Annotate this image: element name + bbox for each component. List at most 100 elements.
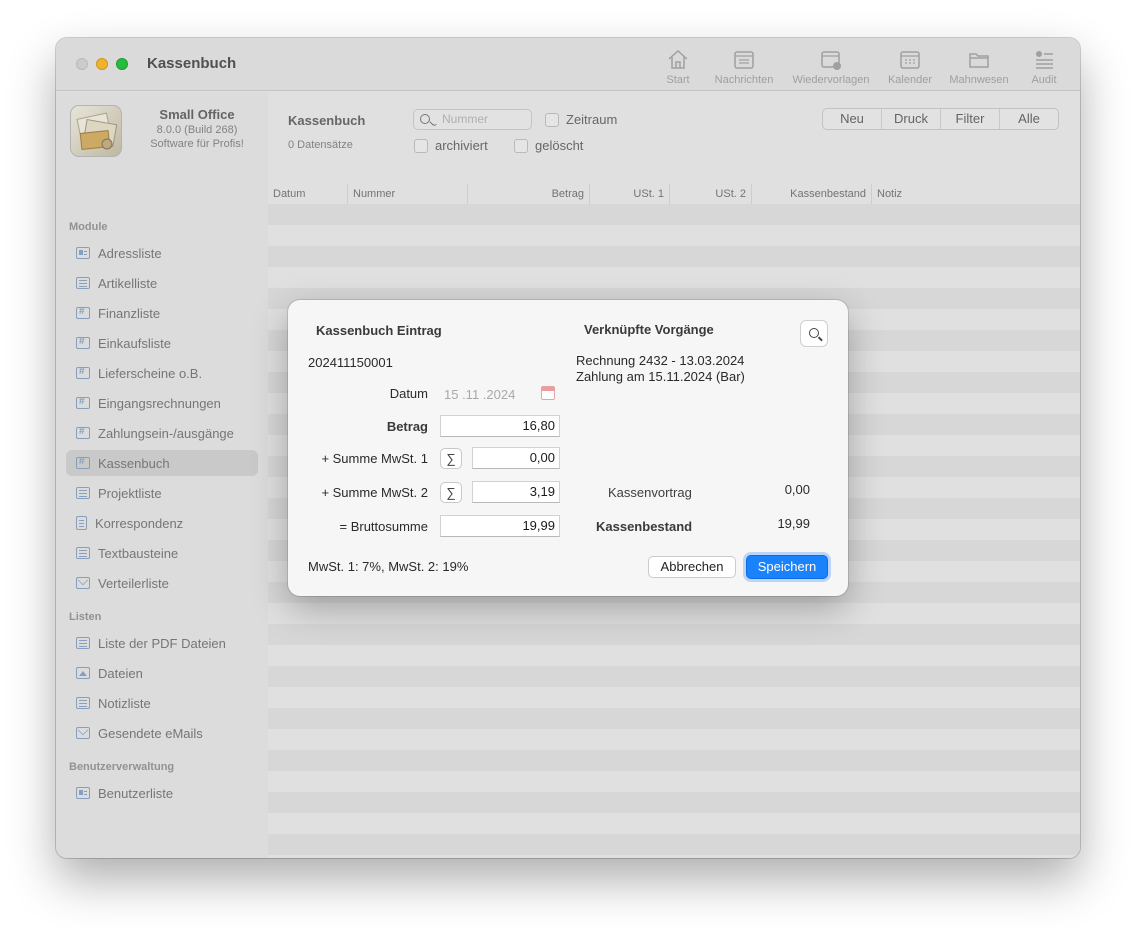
alle-button[interactable]: Alle bbox=[999, 109, 1058, 129]
titlebar: Kassenbuch Start Nachrichten Wiedervorla… bbox=[56, 38, 1080, 91]
mwst1-field[interactable]: 0,00 bbox=[472, 447, 560, 469]
kassenbuch-entry-dialog: Kassenbuch Eintrag 202411150001 Verknüpf… bbox=[288, 300, 848, 596]
checkbox-box[interactable] bbox=[514, 138, 528, 153]
sidebar-item-verteilerliste[interactable]: Verteilerliste bbox=[66, 570, 258, 596]
sum-mwst2-button[interactable]: ∑ bbox=[440, 482, 462, 503]
sidebar-item-adressliste[interactable]: Adressliste bbox=[66, 240, 258, 266]
column-header-datum[interactable]: Datum bbox=[268, 184, 348, 204]
brutto-field[interactable]: 19,99 bbox=[440, 515, 560, 537]
sidebar-item-finanzliste[interactable]: Finanzliste bbox=[66, 300, 258, 326]
datum-label: Datum bbox=[389, 386, 428, 401]
brutto-label: = Bruttosumme bbox=[339, 519, 428, 534]
list-icon bbox=[76, 277, 90, 289]
magnifier-icon bbox=[809, 328, 819, 338]
toolbar-wiedervorlagen[interactable]: Wiedervorlagen bbox=[788, 48, 874, 88]
cancel-button[interactable]: Abbrechen bbox=[648, 556, 736, 578]
action-segmented-control: Neu Druck Filter Alle bbox=[822, 108, 1059, 130]
envelope-icon bbox=[76, 727, 90, 739]
sidebar-section-listen: Listen bbox=[69, 611, 102, 623]
sidebar: Small Office 8.0.0 (Build 268) Software … bbox=[56, 92, 268, 858]
sidebar-item-pdf-dateien[interactable]: Liste der PDF Dateien bbox=[66, 630, 258, 656]
checkbox-box[interactable] bbox=[545, 112, 559, 127]
list-icon bbox=[76, 487, 90, 499]
tax-rates-note: MwSt. 1: 7%, MwSt. 2: 19% bbox=[308, 559, 469, 574]
betrag-label: Betrag bbox=[386, 419, 428, 434]
column-header-ust1[interactable]: USt. 1 bbox=[590, 184, 670, 204]
inbox-icon bbox=[734, 51, 754, 69]
zoom-window-button[interactable] bbox=[116, 58, 128, 70]
hash-icon bbox=[76, 396, 90, 409]
mwst2-label: + Summe MwSt. 2 bbox=[321, 485, 428, 500]
close-window-button[interactable] bbox=[76, 58, 88, 70]
kassenbestand-label: Kassenbestand bbox=[596, 519, 693, 534]
zeitraum-checkbox[interactable]: Zeitraum bbox=[545, 112, 617, 127]
toolbar-kalender[interactable]: Kalender bbox=[884, 48, 936, 88]
house-icon bbox=[668, 49, 688, 69]
search-icon bbox=[420, 114, 430, 124]
entry-number: 202411150001 bbox=[308, 355, 393, 370]
search-input[interactable]: ⌄ Nummer bbox=[413, 109, 532, 130]
hash-icon bbox=[76, 456, 90, 469]
mwst2-field[interactable]: 3,19 bbox=[472, 481, 560, 503]
save-button[interactable]: Speichern bbox=[746, 555, 828, 579]
window-title: Kassenbuch bbox=[147, 55, 237, 72]
kassenvortrag-label: Kassenvortrag bbox=[608, 485, 692, 500]
column-header-nummer[interactable]: Nummer bbox=[348, 184, 468, 204]
hash-icon bbox=[76, 306, 90, 319]
linked-item[interactable]: Zahlung am 15.11.2024 (Bar) bbox=[576, 369, 745, 384]
folder-icon bbox=[969, 53, 989, 68]
image-icon bbox=[76, 667, 90, 679]
geloescht-checkbox[interactable]: gelöscht bbox=[514, 138, 583, 153]
sidebar-item-zahlungen[interactable]: Zahlungsein-/ausgänge bbox=[66, 420, 258, 446]
sum-mwst1-button[interactable]: ∑ bbox=[440, 448, 462, 469]
toolbar-nachrichten[interactable]: Nachrichten bbox=[710, 48, 778, 88]
toolbar-mahnwesen[interactable]: Mahnwesen bbox=[944, 48, 1014, 88]
list-icon bbox=[76, 697, 90, 709]
druck-button[interactable]: Druck bbox=[881, 109, 940, 129]
sidebar-item-notizliste[interactable]: Notizliste bbox=[66, 690, 258, 716]
hash-icon bbox=[76, 426, 90, 439]
minimize-window-button[interactable] bbox=[96, 58, 108, 70]
search-linked-button[interactable] bbox=[800, 320, 828, 347]
sidebar-item-einkaufsliste[interactable]: Einkaufsliste bbox=[66, 330, 258, 356]
filter-button[interactable]: Filter bbox=[940, 109, 999, 129]
betrag-field[interactable]: 16,80 bbox=[440, 415, 560, 437]
column-header-kassenbestand[interactable]: Kassenbestand bbox=[752, 184, 872, 204]
sidebar-section-benutzerverwaltung: Benutzerverwaltung bbox=[69, 761, 175, 773]
chevron-down-icon: ⌄ bbox=[431, 118, 439, 128]
hash-icon bbox=[76, 366, 90, 379]
dialog-title: Kassenbuch Eintrag bbox=[316, 323, 442, 338]
toolbar-start[interactable]: Start bbox=[660, 48, 696, 88]
column-header-betrag[interactable]: Betrag bbox=[468, 184, 590, 204]
sidebar-item-benutzerliste[interactable]: Benutzerliste bbox=[66, 780, 258, 806]
list-icon bbox=[76, 637, 90, 649]
sidebar-item-eingangsrechnungen[interactable]: Eingangsrechnungen bbox=[66, 390, 258, 416]
column-header-ust2[interactable]: USt. 2 bbox=[670, 184, 752, 204]
sidebar-item-korrespondenz[interactable]: Korrespondenz bbox=[66, 510, 258, 536]
hash-icon bbox=[76, 336, 90, 349]
sidebar-item-gesendete-emails[interactable]: Gesendete eMails bbox=[66, 720, 258, 746]
sidebar-item-lieferscheine[interactable]: Lieferscheine o.B. bbox=[66, 360, 258, 386]
calendar-icon[interactable] bbox=[541, 386, 555, 400]
card-icon bbox=[76, 787, 90, 799]
column-header-notiz[interactable]: Notiz bbox=[872, 184, 1072, 204]
toolbar-audit[interactable]: Audit bbox=[1024, 48, 1064, 88]
envelope-icon bbox=[76, 577, 90, 589]
sidebar-item-textbausteine[interactable]: Textbausteine bbox=[66, 540, 258, 566]
datum-field[interactable]: 15 .11 .2024 bbox=[444, 387, 515, 402]
archiviert-checkbox[interactable]: archiviert bbox=[414, 138, 488, 153]
record-count: 0 Datensätze bbox=[288, 139, 353, 151]
sidebar-item-projektliste[interactable]: Projektliste bbox=[66, 480, 258, 506]
neu-button[interactable]: Neu bbox=[823, 109, 881, 129]
app-slogan: Software für Profis! bbox=[150, 138, 244, 150]
calendar-clock-icon bbox=[821, 51, 841, 70]
checkbox-box[interactable] bbox=[414, 138, 428, 153]
sidebar-item-dateien[interactable]: Dateien bbox=[66, 660, 258, 686]
kassenvortrag-value: 0,00 bbox=[784, 482, 810, 497]
linked-item[interactable]: Rechnung 2432 - 13.03.2024 bbox=[576, 353, 744, 368]
calendar-icon bbox=[900, 51, 920, 69]
mwst1-label: + Summe MwSt. 1 bbox=[321, 451, 428, 466]
sidebar-item-kassenbuch[interactable]: Kassenbuch bbox=[66, 450, 258, 476]
sidebar-item-artikelliste[interactable]: Artikelliste bbox=[66, 270, 258, 296]
card-icon bbox=[76, 247, 90, 259]
